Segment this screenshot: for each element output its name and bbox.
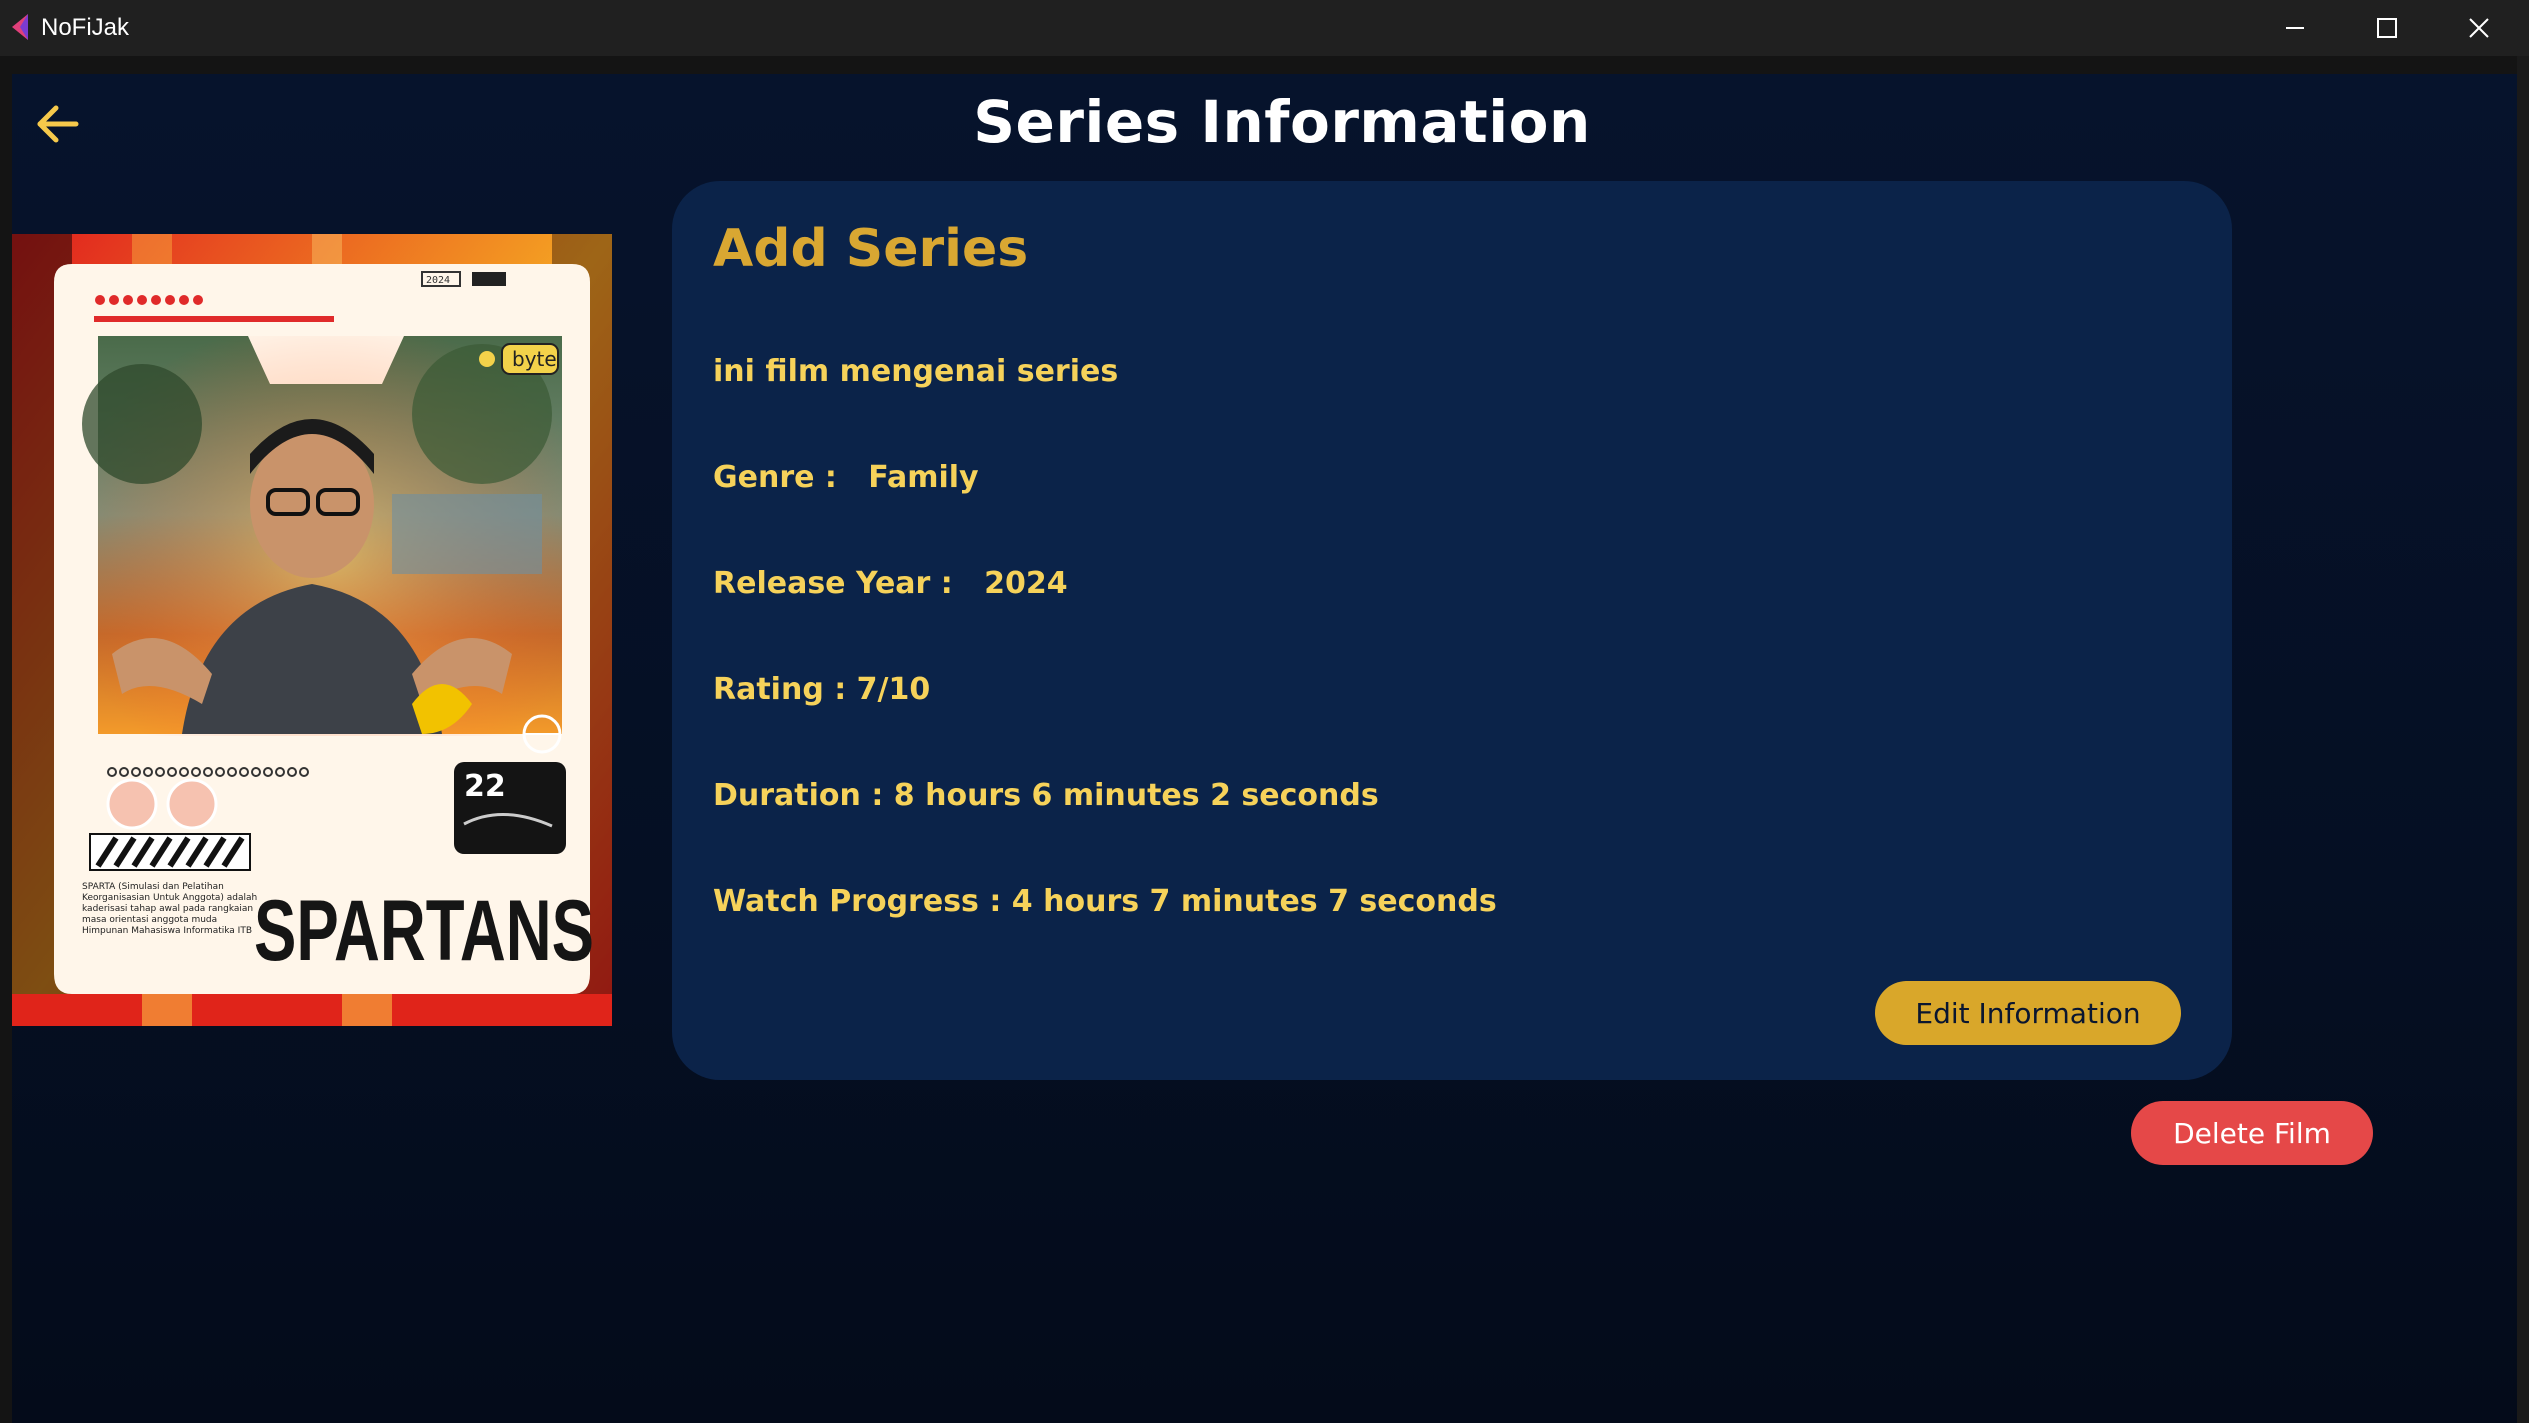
poster-blurb: SPARTA (Simulasi dan Pelatihan Keorganis…	[82, 882, 258, 936]
minimize-button[interactable]	[2249, 0, 2341, 56]
close-button[interactable]	[2433, 0, 2525, 56]
close-icon	[2469, 18, 2489, 38]
window-frame-top	[0, 56, 2529, 74]
maximize-icon	[2377, 18, 2397, 38]
card-title: Add Series	[713, 219, 1029, 279]
svg-text:byte: byte	[512, 347, 557, 371]
window-titlebar: NoFiJak	[0, 0, 2529, 56]
svg-text:SPARTANS: SPARTANS	[254, 883, 594, 979]
duration-line: Duration : 8 hours 6 minutes 2 seconds	[713, 778, 1379, 813]
svg-text:22: 22	[464, 769, 506, 804]
window-frame-right	[2517, 56, 2529, 1423]
rating-line: Rating : 7/10	[713, 672, 931, 707]
genre-line: Genre : Family	[713, 460, 979, 495]
app-content: Series Information 2024 byte 22 SPARTA (…	[12, 74, 2517, 1423]
series-description: ini film mengenai series	[713, 354, 1119, 389]
series-info-card: Add Series ini film mengenai series Genr…	[672, 181, 2232, 1080]
app-logo-icon	[12, 14, 28, 40]
maximize-button[interactable]	[2341, 0, 2433, 56]
edit-information-button[interactable]: Edit Information	[1875, 981, 2181, 1045]
svg-text:2024: 2024	[426, 275, 450, 286]
page-title: Series Information	[973, 88, 1591, 156]
window-title: NoFiJak	[41, 14, 130, 41]
series-poster-image: 2024 byte 22 SPARTA (Simulasi dan Pelati…	[12, 234, 612, 1026]
watch-progress-line: Watch Progress : 4 hours 7 minutes 7 sec…	[713, 884, 1497, 919]
window-frame-left	[0, 56, 12, 1423]
minimize-icon	[2286, 27, 2304, 29]
release-year-line: Release Year : 2024	[713, 566, 1068, 601]
delete-film-button[interactable]: Delete Film	[2131, 1101, 2373, 1165]
